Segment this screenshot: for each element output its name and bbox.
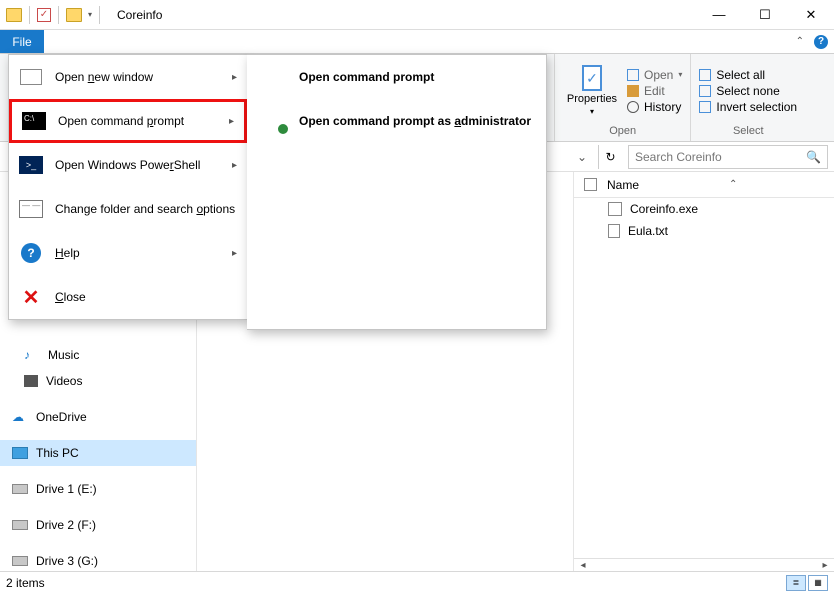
chevron-down-icon: ▾: [590, 107, 594, 116]
txt-icon: [608, 224, 620, 238]
group-select-label: Select: [699, 125, 797, 137]
ribbon-group-select: Select all Select none Invert selection …: [690, 54, 805, 141]
edit-button: Edit: [627, 84, 682, 98]
cmd-admin-icon: [259, 111, 285, 131]
history-icon: [627, 101, 639, 113]
window-title: Coreinfo: [117, 8, 162, 22]
refresh-button[interactable]: ↻: [598, 145, 622, 169]
invert-selection-button[interactable]: Invert selection: [699, 100, 797, 114]
details-view-button[interactable]: ≣: [786, 575, 806, 591]
folder-icon: [6, 8, 22, 22]
drive-icon: [12, 520, 28, 530]
file-row[interactable]: Eula.txt: [574, 220, 834, 242]
chevron-right-icon: ▸: [229, 116, 234, 127]
icons-view-button[interactable]: ▦: [808, 575, 828, 591]
drive-icon: [12, 484, 28, 494]
title-bar: ✓ ▾ Coreinfo — ☐ ✕: [0, 0, 834, 30]
collapse-ribbon-icon[interactable]: ⌃: [796, 36, 804, 47]
ribbon-group-open: ✓ Properties ▾ Open ▾ Edit History Open: [554, 54, 690, 141]
search-placeholder: Search Coreinfo: [635, 150, 722, 164]
scroll-right-icon[interactable]: ▸: [816, 560, 834, 571]
scroll-left-icon[interactable]: ◂: [574, 560, 592, 571]
minimize-button[interactable]: —: [696, 0, 742, 30]
submenu-open-cmd-admin[interactable]: Open command prompt as administrator: [247, 99, 546, 143]
onedrive-icon: ☁: [12, 410, 28, 424]
close-button[interactable]: ✕: [788, 0, 834, 30]
options-icon: — —: [19, 199, 43, 219]
chevron-right-icon: ▸: [232, 72, 237, 83]
separator: [58, 6, 59, 24]
select-none-icon: [699, 85, 711, 97]
qat-dropdown-icon[interactable]: ▾: [88, 10, 92, 19]
column-name[interactable]: Name: [607, 178, 639, 192]
menu-open-powershell[interactable]: >_ Open Windows PowerShell ▸: [9, 143, 247, 187]
powershell-icon: >_: [19, 155, 43, 175]
file-menu: Open new window ▸ C:\ Open command promp…: [8, 54, 248, 320]
properties-label: Properties: [567, 93, 617, 105]
view-toggle: ≣ ▦: [786, 575, 828, 591]
submenu-open-cmd[interactable]: Open command prompt: [247, 55, 546, 99]
select-all-icon: [699, 69, 711, 81]
new-folder-qat-icon[interactable]: [66, 8, 82, 22]
chevron-right-icon: ▸: [232, 160, 237, 171]
chevron-right-icon: ▸: [232, 248, 237, 259]
nav-drive-2[interactable]: Drive 2 (F:): [0, 512, 196, 538]
menu-close[interactable]: ✕ Close: [9, 275, 247, 319]
maximize-button[interactable]: ☐: [742, 0, 788, 30]
file-list[interactable]: Coreinfo.exe Eula.txt: [574, 198, 834, 558]
edit-icon: [627, 85, 639, 97]
exe-icon: [608, 202, 622, 216]
window-controls: — ☐ ✕: [696, 0, 834, 30]
nav-videos[interactable]: Videos: [0, 368, 196, 394]
select-none-button[interactable]: Select none: [699, 84, 797, 98]
tab-file[interactable]: File: [0, 30, 44, 53]
videos-icon: [24, 375, 38, 387]
select-all-button[interactable]: Select all: [699, 68, 797, 82]
help-icon[interactable]: ?: [814, 35, 828, 49]
separator: [29, 6, 30, 24]
file-submenu: Open command prompt Open command prompt …: [247, 54, 547, 330]
status-item-count: 2 items: [6, 576, 45, 590]
nav-onedrive[interactable]: ☁OneDrive: [0, 404, 196, 430]
ribbon-tab-row: File ⌃ ?: [0, 30, 834, 54]
properties-button[interactable]: ✓ Properties ▾: [563, 65, 621, 116]
open-icon: [627, 69, 639, 81]
separator: [99, 6, 100, 24]
sort-indicator-icon: ⌃: [729, 179, 737, 190]
invert-icon: [699, 101, 711, 113]
quick-access-toolbar: ✓ ▾: [0, 6, 109, 24]
history-button[interactable]: History: [627, 100, 682, 114]
music-icon: ♪: [24, 348, 40, 362]
close-icon: ✕: [19, 287, 43, 307]
window-icon: [19, 67, 43, 87]
nav-thispc[interactable]: This PC: [0, 440, 196, 466]
properties-qat-icon[interactable]: ✓: [37, 8, 51, 22]
address-dropdown-icon[interactable]: ⌄: [572, 147, 592, 167]
properties-icon: ✓: [582, 65, 602, 91]
nav-drive-1[interactable]: Drive 1 (E:): [0, 476, 196, 502]
hscrollbar[interactable]: ◂ ▸: [574, 558, 834, 572]
menu-help[interactable]: ? Help ▸: [9, 231, 247, 275]
drive-icon: [12, 556, 28, 566]
group-open-label: Open: [563, 125, 682, 137]
column-headers[interactable]: Name ⌃: [574, 172, 834, 198]
file-row[interactable]: Coreinfo.exe: [574, 198, 834, 220]
nav-drive-3[interactable]: Drive 3 (G:): [0, 548, 196, 572]
menu-change-options[interactable]: — — Change folder and search options: [9, 187, 247, 231]
cmd-icon: [259, 67, 285, 87]
search-icon: 🔍: [806, 150, 821, 164]
nav-music[interactable]: ♪Music: [0, 342, 196, 368]
menu-open-command-prompt[interactable]: C:\ Open command prompt ▸: [9, 99, 247, 143]
file-list-area: Name ⌃ Coreinfo.exe Eula.txt ◂ ▸: [573, 172, 834, 572]
search-input[interactable]: Search Coreinfo 🔍: [628, 145, 828, 169]
ribbon-right: ⌃ ?: [796, 30, 828, 53]
cmd-icon: C:\: [22, 111, 46, 131]
help-icon: ?: [19, 243, 43, 263]
select-all-checkbox[interactable]: [584, 178, 597, 191]
menu-open-new-window[interactable]: Open new window ▸: [9, 55, 247, 99]
status-bar: 2 items ≣ ▦: [0, 571, 834, 593]
pc-icon: [12, 447, 28, 459]
open-button[interactable]: Open ▾: [627, 68, 682, 82]
